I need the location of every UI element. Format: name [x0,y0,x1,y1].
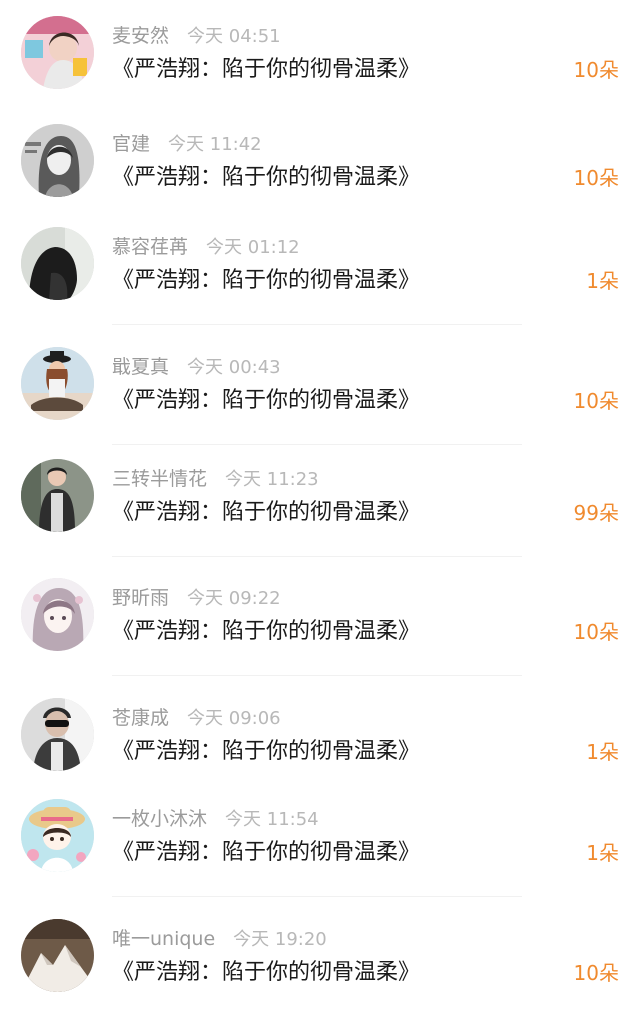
item-meta: 慕容荏苒 今天 01:12 [112,235,300,259]
flower-count: 10朵 [573,166,619,190]
list-item[interactable]: 唯一unique 今天 19:20 《严浩翔：陷于你的彻骨温柔》 10朵 [0,919,640,1009]
user-name[interactable]: 一枚小沐沐 [112,808,207,830]
item-meta: 麦安然 今天 04:51 [112,24,281,48]
work-title[interactable]: 《严浩翔：陷于你的彻骨温柔》 [112,164,420,192]
flower-count: 1朵 [586,740,619,764]
flower-count: 1朵 [586,841,619,865]
sketch-illustration-avatar[interactable] [21,124,94,197]
timestamp: 今天 04:51 [187,26,281,47]
timestamp: 今天 19:20 [233,929,327,950]
list-item[interactable]: 野昕雨 今天 09:22 《严浩翔：陷于你的彻骨温柔》 10朵 [0,578,640,668]
user-name[interactable]: 戢夏真 [112,356,169,378]
item-meta: 唯一unique 今天 19:20 [112,927,327,951]
timestamp: 今天 11:54 [225,809,319,830]
item-meta: 苍康成 今天 09:06 [112,706,281,730]
item-meta: 一枚小沐沐 今天 11:54 [112,807,319,831]
flower-count: 10朵 [573,961,619,985]
timestamp: 今天 11:23 [225,469,319,490]
sitting-person-avatar[interactable] [21,347,94,420]
list-item[interactable]: 官建 今天 11:42 《严浩翔：陷于你的彻骨温柔》 10朵 [0,124,640,214]
item-meta: 戢夏真 今天 00:43 [112,355,281,379]
list-item[interactable]: 三转半情花 今天 11:23 《严浩翔：陷于你的彻骨温柔》 99朵 [0,459,640,549]
gift-list: 麦安然 今天 04:51 《严浩翔：陷于你的彻骨温柔》 10朵 官建 今天 11:4… [0,0,640,1005]
timestamp: 今天 01:12 [206,237,300,258]
work-title[interactable]: 《严浩翔：陷于你的彻骨温柔》 [112,387,420,415]
list-item[interactable]: 一枚小沐沐 今天 11:54 《严浩翔：陷于你的彻骨温柔》 1朵 [0,799,640,889]
work-title[interactable]: 《严浩翔：陷于你的彻骨温柔》 [112,56,420,84]
sunglasses-man-avatar[interactable] [21,698,94,771]
street-person-avatar[interactable] [21,459,94,532]
timestamp: 今天 09:06 [187,708,281,729]
list-item[interactable]: 麦安然 今天 04:51 《严浩翔：陷于你的彻骨温柔》 10朵 [0,16,640,106]
dark-silhouette-avatar[interactable] [21,227,94,300]
work-title[interactable]: 《严浩翔：陷于你的彻骨温柔》 [112,267,420,295]
divider [112,444,522,445]
divider [112,896,522,897]
divider [112,675,522,676]
user-name[interactable]: 野昕雨 [112,587,169,609]
timestamp: 今天 11:42 [168,134,262,155]
flower-count: 1朵 [586,269,619,293]
timestamp: 今天 00:43 [187,357,281,378]
snowy-mountain-avatar[interactable] [21,919,94,992]
user-name[interactable]: 三转半情花 [112,468,207,490]
work-title[interactable]: 《严浩翔：陷于你的彻骨温柔》 [112,959,420,987]
divider [112,556,522,557]
timestamp: 今天 09:22 [187,588,281,609]
item-meta: 官建 今天 11:42 [112,132,262,156]
work-title[interactable]: 《严浩翔：陷于你的彻骨温柔》 [112,618,420,646]
work-title[interactable]: 《严浩翔：陷于你的彻骨温柔》 [112,839,420,867]
item-meta: 野昕雨 今天 09:22 [112,586,281,610]
list-item[interactable]: 戢夏真 今天 00:43 《严浩翔：陷于你的彻骨温柔》 10朵 [0,347,640,437]
flower-count: 10朵 [573,389,619,413]
user-name[interactable]: 慕容荏苒 [112,236,188,258]
flower-count: 10朵 [573,58,619,82]
work-title[interactable]: 《严浩翔：陷于你的彻骨温柔》 [112,499,420,527]
flower-count: 10朵 [573,620,619,644]
list-item[interactable]: 慕容荏苒 今天 01:12 《严浩翔：陷于你的彻骨温柔》 1朵 [0,227,640,317]
user-name[interactable]: 苍康成 [112,707,169,729]
work-title[interactable]: 《严浩翔：陷于你的彻骨温柔》 [112,738,420,766]
user-name[interactable]: 唯一unique [112,928,215,950]
divider [112,324,522,325]
anime-girl-avatar[interactable] [21,578,94,651]
list-item[interactable]: 苍康成 今天 09:06 《严浩翔：陷于你的彻骨温柔》 1朵 [0,698,640,788]
flower-count: 99朵 [573,501,619,525]
user-photo-avatar[interactable] [21,16,94,89]
user-name[interactable]: 麦安然 [112,25,169,47]
cartoon-girl-avatar[interactable] [21,799,94,872]
user-name[interactable]: 官建 [112,133,150,155]
item-meta: 三转半情花 今天 11:23 [112,467,319,491]
